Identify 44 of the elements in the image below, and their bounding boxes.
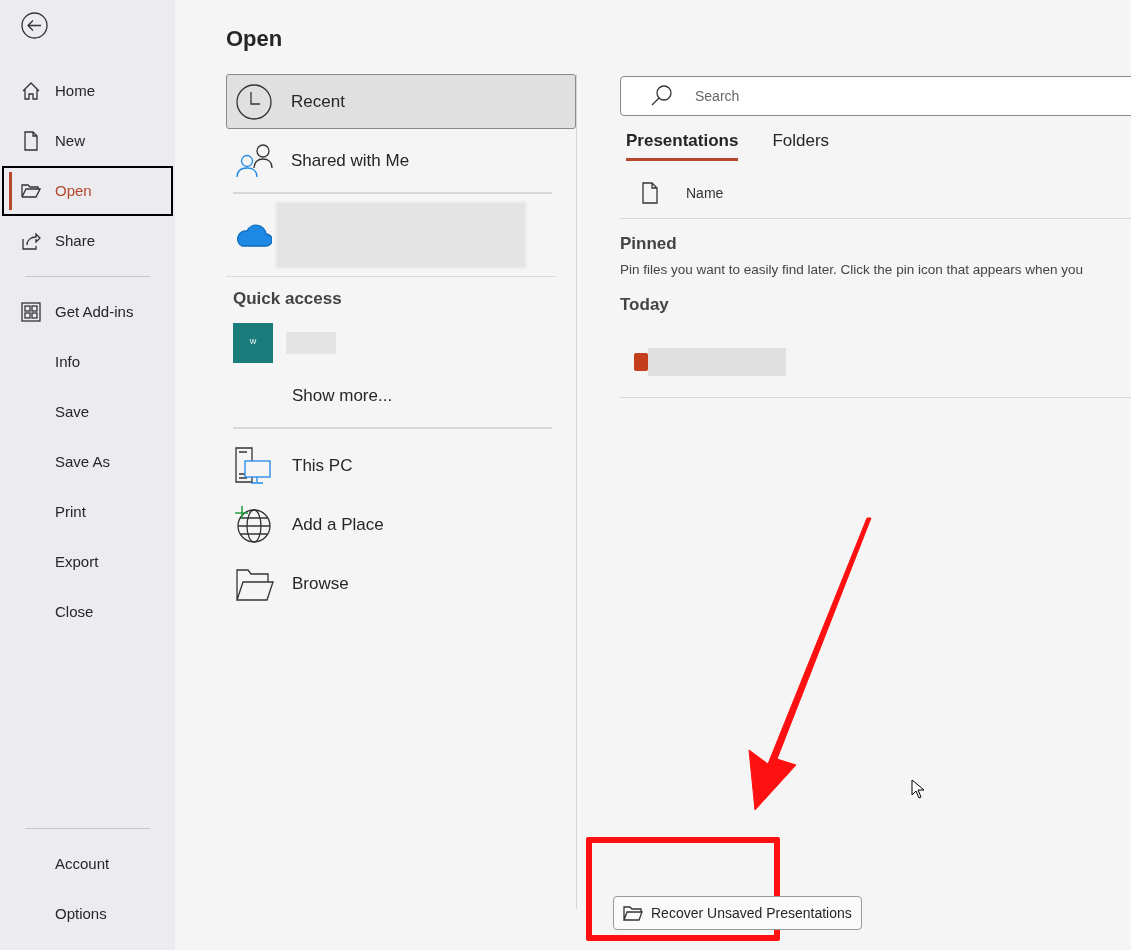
nav-item[interactable]: Export bbox=[2, 537, 173, 587]
folder-icon bbox=[623, 905, 643, 921]
search-field[interactable]: Search bbox=[620, 76, 1131, 116]
share-icon bbox=[20, 231, 41, 251]
nav-item[interactable]: Save As bbox=[2, 437, 173, 487]
place-item[interactable]: Browse bbox=[226, 554, 576, 613]
pinned-hint-text: Pin files you want to easily find later. Click the pin icon that appears when you bbox=[620, 261, 1084, 279]
clock-icon bbox=[235, 82, 273, 121]
computer-icon bbox=[234, 445, 274, 486]
nav-item[interactable]: New bbox=[2, 116, 173, 166]
tab[interactable]: Folders bbox=[772, 128, 830, 161]
column-header: Name bbox=[686, 183, 724, 203]
nav-item[interactable]: Options bbox=[2, 889, 173, 939]
show-more-link[interactable]: Show more... bbox=[292, 382, 576, 408]
search-icon bbox=[650, 84, 674, 108]
nav-item[interactable]: Open bbox=[2, 166, 173, 216]
globe-plus-icon bbox=[234, 504, 274, 545]
section-heading: Quick access bbox=[233, 288, 343, 310]
home-icon bbox=[20, 81, 41, 101]
folder-icon bbox=[20, 181, 41, 201]
cloud-icon bbox=[234, 222, 272, 248]
back-button[interactable] bbox=[21, 12, 48, 39]
people-icon bbox=[235, 141, 273, 180]
nav-item[interactable]: Info bbox=[2, 337, 173, 387]
nav-item[interactable]: Get Add-ins bbox=[2, 287, 173, 337]
nav-item[interactable]: Share bbox=[2, 216, 173, 266]
location-item[interactable]: Recent bbox=[226, 74, 576, 129]
nav-item[interactable]: Close bbox=[2, 587, 173, 637]
nav-item[interactable]: Home bbox=[2, 66, 173, 116]
document-icon bbox=[640, 182, 660, 204]
nav-item[interactable]: Print bbox=[2, 487, 173, 537]
grid-icon bbox=[20, 302, 41, 322]
location-item[interactable]: Shared with Me bbox=[226, 133, 576, 188]
powerpoint-file-icon bbox=[634, 353, 648, 372]
section-heading: Pinned bbox=[620, 232, 678, 255]
tab[interactable]: Presentations bbox=[626, 128, 739, 161]
mouse-cursor-icon bbox=[911, 779, 925, 799]
recover-button[interactable]: Recover Unsaved Presentations bbox=[613, 896, 862, 930]
section-heading: Today bbox=[620, 294, 670, 317]
place-item[interactable]: This PC bbox=[226, 436, 576, 495]
page-title: Open bbox=[226, 25, 284, 52]
nav-item[interactable]: Account bbox=[2, 839, 173, 889]
nav-item[interactable]: Save bbox=[2, 387, 173, 437]
place-item[interactable]: Add a Place bbox=[226, 495, 576, 554]
